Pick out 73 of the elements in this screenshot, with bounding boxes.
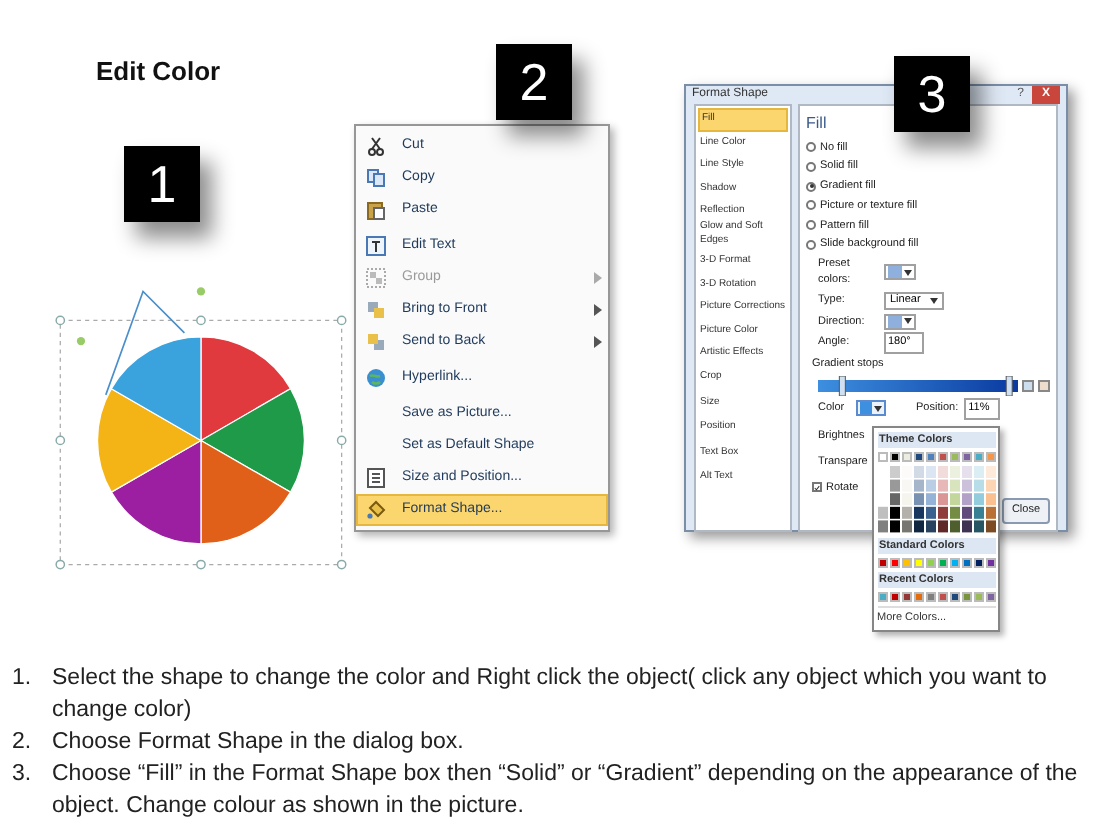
color-swatch[interactable] <box>901 592 911 603</box>
color-swatch[interactable] <box>889 558 899 568</box>
color-swatch[interactable] <box>961 592 971 603</box>
color-swatch[interactable] <box>877 558 887 568</box>
submenu-arrow-icon <box>594 304 602 316</box>
pane-heading: Fill <box>806 112 829 136</box>
radio-button[interactable] <box>806 181 816 192</box>
color-swatch[interactable] <box>985 592 995 603</box>
dropdown-arrow-icon <box>930 298 938 304</box>
color-swatch[interactable] <box>913 592 923 603</box>
color-swatch[interactable] <box>961 451 971 462</box>
slide-title: Edit Color <box>96 54 223 90</box>
color-swatch[interactable] <box>985 558 995 568</box>
gradient-swatch-icon <box>888 315 902 328</box>
gradient-swatch-icon <box>888 266 902 279</box>
color-swatch[interactable] <box>973 558 983 568</box>
color-swatch[interactable] <box>925 451 935 462</box>
color-swatch[interactable] <box>949 451 959 462</box>
add-stop-icon[interactable] <box>1022 379 1034 392</box>
color-swatch[interactable] <box>973 451 983 462</box>
step-number-badge: 3 <box>894 56 970 132</box>
globe-icon <box>366 368 386 388</box>
color-button[interactable] <box>856 400 886 417</box>
submenu-arrow-icon <box>594 336 602 348</box>
gradient-stop-handle[interactable] <box>838 375 846 396</box>
step-number: 3. <box>12 760 34 790</box>
color-swatch[interactable] <box>949 558 959 568</box>
color-swatch[interactable] <box>949 592 959 603</box>
color-swatch[interactable] <box>937 558 947 568</box>
color-swatch[interactable] <box>877 451 887 462</box>
color-swatch[interactable] <box>985 451 995 462</box>
dropdown-arrow-icon <box>904 318 912 325</box>
preset-colors-button[interactable] <box>884 264 916 281</box>
radio-button[interactable] <box>806 239 816 250</box>
checkmark-icon <box>814 483 820 492</box>
color-swatch[interactable] <box>889 592 899 603</box>
color-swatch[interactable] <box>961 558 971 568</box>
text-box-icon <box>366 236 386 256</box>
remove-stop-icon[interactable] <box>1038 379 1050 392</box>
checkbox[interactable] <box>812 482 822 493</box>
color-swatch[interactable] <box>937 451 947 462</box>
dropdown-arrow-icon <box>904 269 912 276</box>
color-swatch[interactable] <box>913 451 923 462</box>
radio-button[interactable] <box>806 161 816 172</box>
color-swatch[interactable] <box>973 592 983 603</box>
radio-button[interactable] <box>806 142 816 153</box>
step-number-badge: 2 <box>496 44 572 120</box>
step-text: Choose “Fill” in the Format Shape box then “Solid” or “Gradient” depending on the appearance of the object. Change colour as shown in the picture. <box>52 760 1080 822</box>
step-number-badge: 1 <box>124 146 200 222</box>
size-icon <box>366 468 386 488</box>
direction-button[interactable] <box>884 313 916 330</box>
submenu-arrow-icon <box>594 272 602 284</box>
dropdown-arrow-icon <box>874 405 882 412</box>
step-number: 2. <box>12 728 34 758</box>
gradient-stop-handle[interactable] <box>1005 375 1013 396</box>
color-swatch[interactable] <box>925 558 935 568</box>
scissors-icon <box>366 136 386 156</box>
clipboard-icon <box>366 200 386 220</box>
color-swatch[interactable] <box>925 592 935 603</box>
palette-shades-drawing[interactable] <box>877 465 995 534</box>
color-swatch[interactable] <box>913 558 923 568</box>
color-swatch[interactable] <box>889 451 899 462</box>
group-icon <box>366 268 386 288</box>
step-text: Choose Format Shape in the dialog box. <box>52 728 464 758</box>
radio-button[interactable] <box>806 220 816 231</box>
color-swatch[interactable] <box>877 592 887 603</box>
color-swatch[interactable] <box>901 451 911 462</box>
step-number: 1. <box>12 664 34 694</box>
step-text: Select the shape to change the color and Right click the object( click any object which you want to change color) <box>52 664 1049 726</box>
color-swatch[interactable] <box>901 558 911 568</box>
radio-button[interactable] <box>806 200 816 211</box>
color-swatch[interactable] <box>937 592 947 603</box>
copy-icon <box>366 168 386 188</box>
